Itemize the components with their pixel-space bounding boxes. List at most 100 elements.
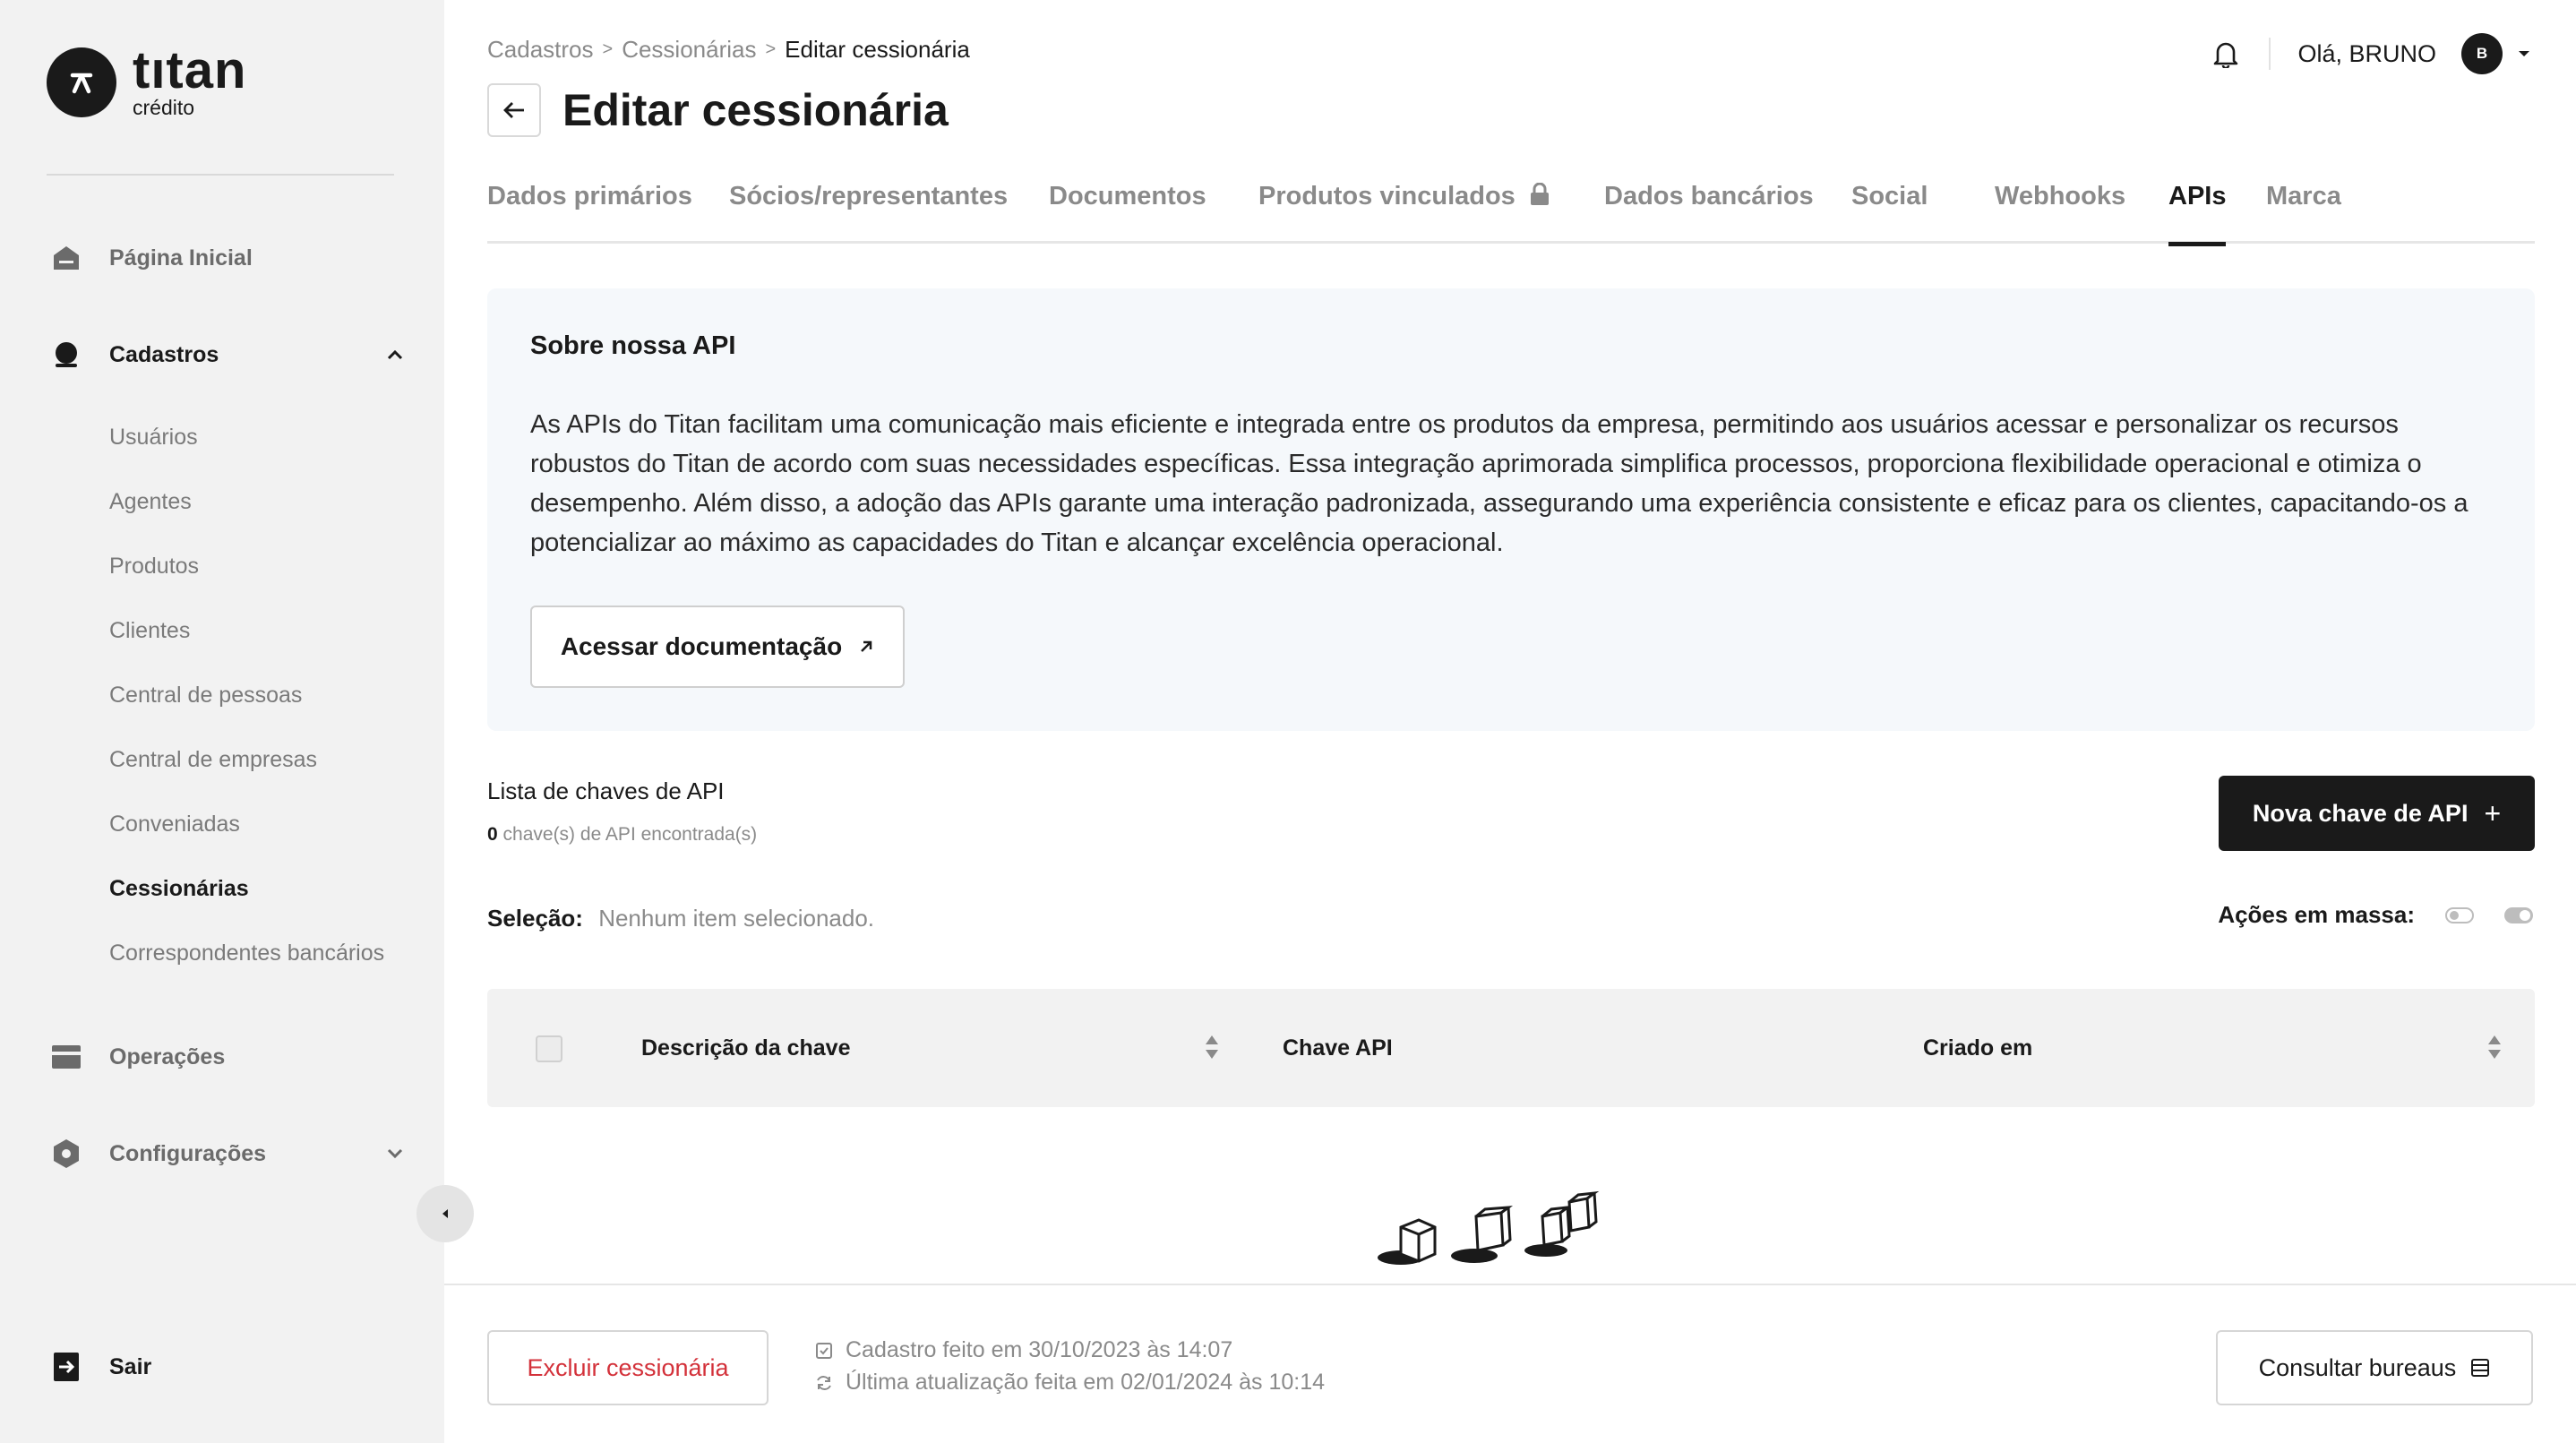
breadcrumb-separator: > [765,39,777,59]
collapse-sidebar-button[interactable] [416,1185,474,1242]
sidebar-subitem-produtos[interactable]: Produtos [109,548,199,584]
home-icon [51,243,82,273]
sidebar-subitem-clientes[interactable]: Clientes [109,613,190,648]
updated-info: Última atualização feita em 02/01/2024 à… [815,1370,1325,1396]
empty-state-boxes-icon [1378,1190,1600,1265]
breadcrumb-separator: > [602,39,614,59]
sidebar-item-cadastros[interactable]: Cadastros [0,328,444,382]
tab-apis[interactable]: APIs [2168,176,2227,246]
sidebar-divider [47,174,394,176]
user-greeting: Olá, BRUNO [2297,39,2436,67]
consult-bureaus-label: Consultar bureaus [2258,1353,2457,1381]
bulk-actions: Ações em massa: [2218,901,2533,929]
delete-cessionaria-button[interactable]: Excluir cessionária [487,1330,769,1405]
breadcrumb: Cadastros > Cessionárias > Editar cessio… [487,36,970,64]
page-title: Editar cessionária [562,85,949,135]
gear-hex-icon [51,1138,82,1169]
plus-icon: + [2484,796,2502,829]
breadcrumb-item-cessionarias[interactable]: Cessionárias [622,36,756,64]
tab-produtos-vinculados[interactable]: Produtos vinculados [1258,176,1550,244]
avatar[interactable]: B [2461,33,2503,74]
sidebar-subitem-cessionarias[interactable]: Cessionárias [109,871,249,906]
keys-count-number: 0 [487,824,498,845]
sort-icon[interactable] [2486,1034,2503,1061]
main-content: Cadastros > Cessionárias > Editar cessio… [444,0,2576,1443]
bulk-toggle-off[interactable] [2445,906,2474,923]
column-header-descricao[interactable]: Descrição da chave [641,1035,850,1061]
brand-sub: crédito [133,96,195,119]
brand-logo[interactable]: tıtan crédito [47,41,247,119]
chevron-down-icon[interactable] [383,1142,407,1165]
sidebar-item-operacoes[interactable]: Operações [0,1030,444,1084]
page-footer: Excluir cessionária Cadastro feito em 30… [444,1284,2576,1443]
checkbox-checked-icon [816,1342,832,1359]
column-header-criado[interactable]: Criado em [1923,1035,2032,1061]
selection-value: Nenhum item selecionado. [598,905,875,932]
caret-down-icon[interactable] [2515,45,2533,63]
tab-social[interactable]: Social [1851,176,1928,244]
tab-marca[interactable]: Marca [2266,176,2341,244]
new-api-key-button[interactable]: Nova chave de API + [2219,776,2535,851]
about-api-panel: Sobre nossa API As APIs do Titan facilit… [487,288,2535,731]
header-user-area: Olá, BRUNO B [2210,32,2533,75]
created-info: Cadastro feito em 30/10/2023 às 14:07 [815,1337,1232,1363]
sidebar: tıtan crédito Página Inicial Cadastros U… [0,0,444,1443]
select-all-checkbox[interactable] [536,1035,562,1062]
selection-status: Seleção: Nenhum item selecionado. [487,905,874,932]
sidebar-subitem-central-empresas[interactable]: Central de empresas [109,742,317,777]
external-link-icon [861,640,872,652]
bell-icon[interactable] [2210,38,2242,70]
about-text: As APIs do Titan facilitam uma comunicaç… [530,410,2469,557]
sidebar-subitem-usuarios[interactable]: Usuários [109,419,198,455]
sort-icon[interactable] [1204,1034,1220,1061]
sidebar-item-configuracoes[interactable]: Configurações [0,1127,444,1181]
sidebar-subitem-central-pessoas[interactable]: Central de pessoas [109,677,302,713]
tab-bar: Dados primários Sócios/representantes Do… [487,176,2535,246]
consult-bureaus-button[interactable]: Consultar bureaus [2216,1330,2533,1405]
chevron-up-icon[interactable] [383,343,407,366]
sidebar-subitem-conveniadas[interactable]: Conveniadas [109,806,240,842]
selection-label: Seleção: [487,905,583,932]
breadcrumb-current: Editar cessionária [785,36,970,63]
chevron-left-icon [442,1209,448,1218]
sidebar-subitem-agentes[interactable]: Agentes [109,484,192,520]
brand-name: tıtan [133,41,247,99]
header-divider [2269,38,2271,70]
logout-label: Sair [109,1353,152,1379]
column-header-chave: Chave API [1283,1035,1393,1061]
bulk-actions-label: Ações em massa: [2218,901,2415,928]
arrow-left-icon [503,102,524,118]
back-button[interactable] [487,83,541,137]
logout-icon [51,1352,82,1382]
tab-label: Produtos vinculados [1258,182,1516,210]
new-api-key-label: Nova chave de API [2252,799,2469,827]
about-title: Sobre nossa API [530,331,736,360]
breadcrumb-item-cadastros[interactable]: Cadastros [487,36,594,64]
sidebar-item-label: Operações [109,1044,226,1069]
logout-button[interactable]: Sair [0,1340,444,1394]
keys-list-title: Lista de chaves de API [487,777,725,804]
sidebar-item-home[interactable]: Página Inicial [0,231,444,285]
sidebar-item-label: Página Inicial [109,245,253,271]
table-header: Descrição da chave Chave API Criado em [487,989,2535,1107]
sidebar-item-label: Configurações [109,1140,267,1166]
tab-documentos[interactable]: Documentos [1049,176,1206,244]
tab-socios[interactable]: Sócios/representantes [729,176,1008,244]
titan-logo-icon [47,47,116,117]
sidebar-item-label: Cadastros [109,341,219,367]
keys-count-suffix: chave(s) de API encontrada(s) [502,824,758,845]
access-docs-label: Acessar documentação [560,632,843,660]
tab-webhooks[interactable]: Webhooks [1995,176,2125,244]
bulk-toggle-on[interactable] [2504,906,2533,923]
tab-dados-bancarios[interactable]: Dados bancários [1604,176,1814,244]
lock-icon [1530,183,1549,205]
updated-text: Última atualização feita em 02/01/2024 à… [846,1370,1326,1395]
refresh-icon [817,1375,831,1390]
user-icon [51,339,82,370]
tab-dados-primarios[interactable]: Dados primários [487,176,692,244]
list-icon [2471,1359,2490,1377]
access-docs-button[interactable]: Acessar documentação [530,606,905,688]
card-icon [51,1042,82,1072]
keys-count: 0 chave(s) de API encontrada(s) [487,824,757,846]
sidebar-subitem-correspondentes[interactable]: Correspondentes bancários [109,935,384,971]
